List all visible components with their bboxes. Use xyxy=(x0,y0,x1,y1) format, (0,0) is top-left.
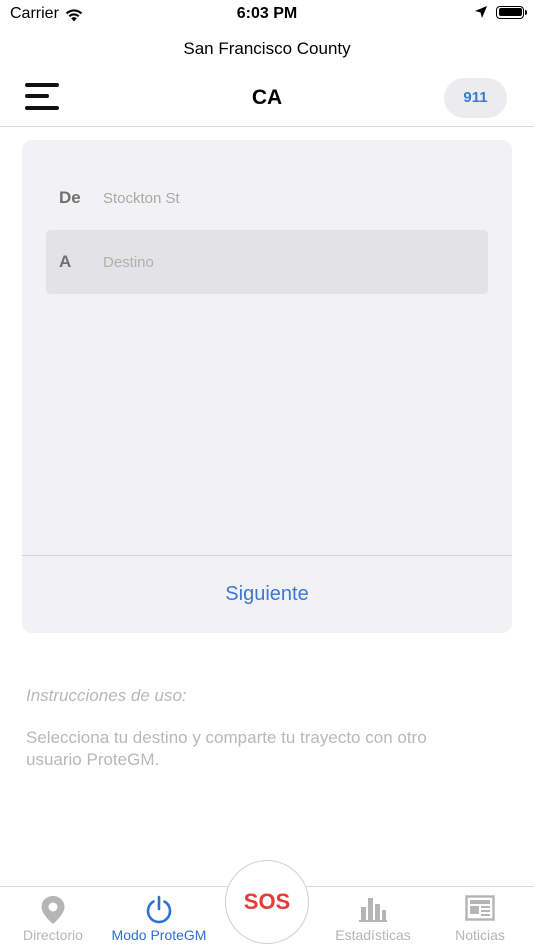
newspaper-icon xyxy=(465,895,495,921)
next-button[interactable]: Siguiente xyxy=(22,556,512,633)
tab-modo-protegm[interactable]: Modo ProteGM xyxy=(106,887,212,950)
tab-label-directorio: Directorio xyxy=(23,927,83,943)
destination-label: A xyxy=(59,252,72,271)
location-arrow-icon xyxy=(475,6,487,18)
hamburger-menu-icon[interactable] xyxy=(25,82,61,114)
sos-button[interactable]: SOS xyxy=(225,860,309,944)
tab-noticias[interactable]: Noticias xyxy=(427,887,533,950)
tab-label-noticias: Noticias xyxy=(455,927,505,943)
location-pin-icon xyxy=(41,896,65,924)
origin-row[interactable]: De xyxy=(46,166,488,230)
status-time: 6:03 PM xyxy=(236,5,298,22)
destination-row[interactable]: A xyxy=(46,230,488,294)
tab-estadisticas[interactable]: Estadísticas xyxy=(320,887,426,950)
tab-label-estadisticas: Estadísticas xyxy=(335,927,411,943)
county-label: San Francisco County xyxy=(183,39,351,58)
power-icon xyxy=(146,895,172,924)
tab-directorio[interactable]: Directorio xyxy=(0,887,106,950)
battery-icon xyxy=(496,5,527,19)
bar-chart-icon xyxy=(359,898,387,922)
destination-input[interactable] xyxy=(103,253,463,271)
navigation-bar: CA 911 xyxy=(0,70,534,127)
status-bar: Carrier 6:03 PM xyxy=(0,0,534,30)
emergency-911-button[interactable]: 911 xyxy=(444,78,507,118)
origin-input[interactable] xyxy=(103,189,463,207)
instructions-title: Instrucciones de uso: xyxy=(26,686,187,705)
origin-label: De xyxy=(59,188,81,207)
status-indicators xyxy=(474,5,527,19)
route-card: De A Siguiente xyxy=(22,140,512,633)
tab-label-modo-protegm: Modo ProteGM xyxy=(111,927,207,943)
instructions-body: Selecciona tu destino y comparte tu tray… xyxy=(26,728,427,769)
